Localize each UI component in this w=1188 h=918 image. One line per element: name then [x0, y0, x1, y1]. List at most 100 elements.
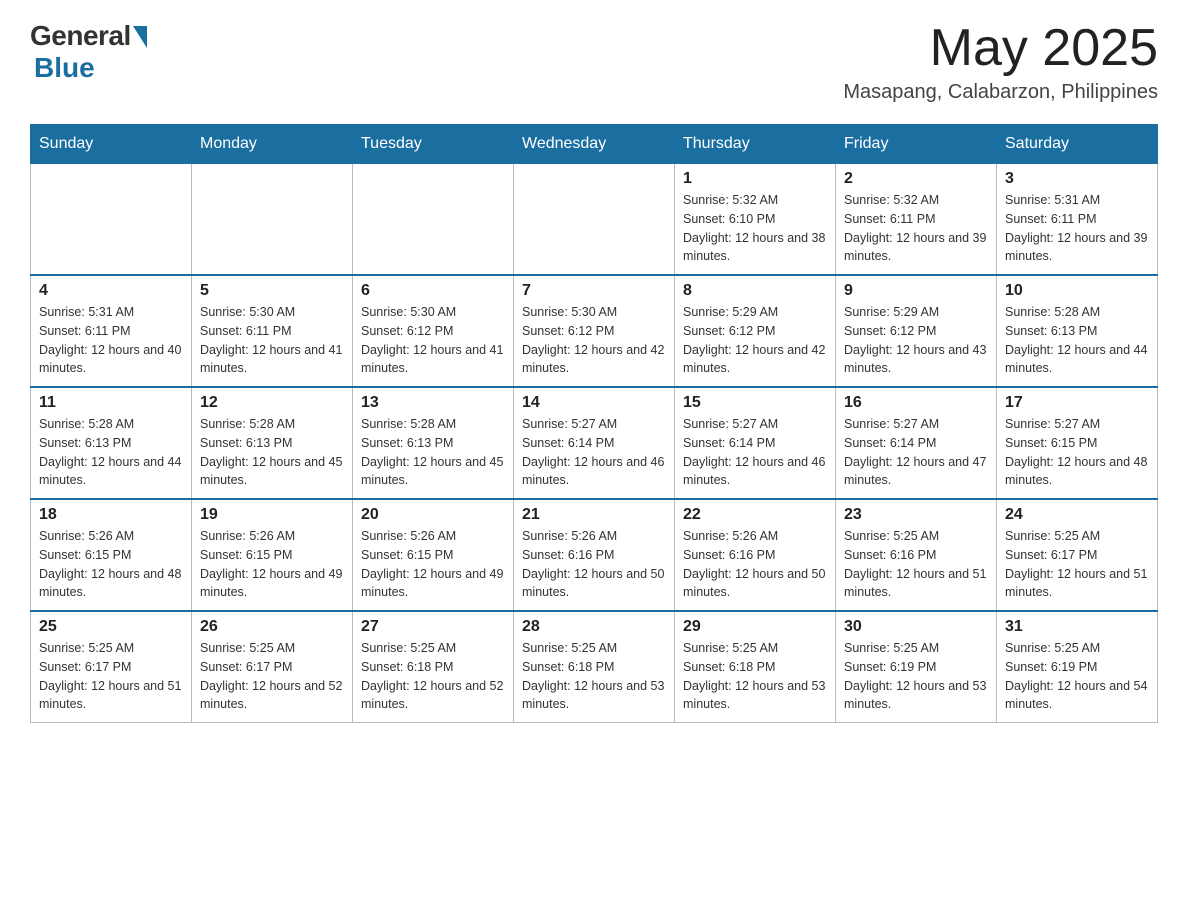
calendar-day-cell: 22 Sunrise: 5:26 AM Sunset: 6:16 PM Dayli… [675, 499, 836, 611]
day-sun-info: Sunrise: 5:25 AM Sunset: 6:18 PM Dayligh… [522, 639, 666, 714]
day-number: 9 [844, 282, 988, 300]
day-number: 1 [683, 170, 827, 188]
day-sun-info: Sunrise: 5:25 AM Sunset: 6:18 PM Dayligh… [361, 639, 505, 714]
calendar-day-cell [192, 164, 353, 276]
day-of-week-header: Thursday [675, 125, 836, 164]
day-sun-info: Sunrise: 5:25 AM Sunset: 6:19 PM Dayligh… [844, 639, 988, 714]
day-number: 22 [683, 506, 827, 524]
calendar-table: SundayMondayTuesdayWednesdayThursdayFrid… [30, 124, 1158, 723]
calendar-day-cell [353, 164, 514, 276]
calendar-day-cell: 29 Sunrise: 5:25 AM Sunset: 6:18 PM Dayli… [675, 611, 836, 723]
day-sun-info: Sunrise: 5:26 AM Sunset: 6:15 PM Dayligh… [361, 527, 505, 602]
calendar-header-row: SundayMondayTuesdayWednesdayThursdayFrid… [31, 125, 1158, 164]
logo-blue-text: Blue [34, 52, 95, 84]
location-subtitle: Masapang, Calabarzon, Philippines [843, 81, 1158, 104]
day-number: 11 [39, 394, 183, 412]
day-number: 16 [844, 394, 988, 412]
logo-general-text: General [30, 20, 131, 52]
day-sun-info: Sunrise: 5:25 AM Sunset: 6:17 PM Dayligh… [200, 639, 344, 714]
day-sun-info: Sunrise: 5:32 AM Sunset: 6:11 PM Dayligh… [844, 191, 988, 266]
day-sun-info: Sunrise: 5:28 AM Sunset: 6:13 PM Dayligh… [39, 415, 183, 490]
day-number: 28 [522, 618, 666, 636]
day-number: 27 [361, 618, 505, 636]
day-number: 25 [39, 618, 183, 636]
day-of-week-header: Sunday [31, 125, 192, 164]
day-number: 8 [683, 282, 827, 300]
day-number: 21 [522, 506, 666, 524]
day-number: 10 [1005, 282, 1149, 300]
day-sun-info: Sunrise: 5:26 AM Sunset: 6:16 PM Dayligh… [683, 527, 827, 602]
day-number: 12 [200, 394, 344, 412]
day-sun-info: Sunrise: 5:28 AM Sunset: 6:13 PM Dayligh… [361, 415, 505, 490]
calendar-day-cell: 30Sunrise: 5:25 AM Sunset: 6:19 PM Dayli… [836, 611, 997, 723]
calendar-day-cell: 15 Sunrise: 5:27 AM Sunset: 6:14 PM Dayli… [675, 387, 836, 499]
day-number: 19 [200, 506, 344, 524]
day-number: 2 [844, 170, 988, 188]
day-number: 20 [361, 506, 505, 524]
calendar-day-cell: 4 Sunrise: 5:31 AM Sunset: 6:11 PM Daylig… [31, 275, 192, 387]
day-number: 31 [1005, 618, 1149, 636]
day-number: 17 [1005, 394, 1149, 412]
day-number: 18 [39, 506, 183, 524]
calendar-day-cell: 13Sunrise: 5:28 AM Sunset: 6:13 PM Dayli… [353, 387, 514, 499]
day-sun-info: Sunrise: 5:29 AM Sunset: 6:12 PM Dayligh… [683, 303, 827, 378]
calendar-day-cell: 10 Sunrise: 5:28 AM Sunset: 6:13 PM Dayli… [997, 275, 1158, 387]
calendar-day-cell: 20 Sunrise: 5:26 AM Sunset: 6:15 PM Dayli… [353, 499, 514, 611]
calendar-week-row: 4 Sunrise: 5:31 AM Sunset: 6:11 PM Daylig… [31, 275, 1158, 387]
day-of-week-header: Saturday [997, 125, 1158, 164]
day-number: 15 [683, 394, 827, 412]
page-header: General Blue May 2025 Masapang, Calabarz… [30, 20, 1158, 104]
calendar-day-cell: 18 Sunrise: 5:26 AM Sunset: 6:15 PM Dayli… [31, 499, 192, 611]
calendar-week-row: 18 Sunrise: 5:26 AM Sunset: 6:15 PM Dayli… [31, 499, 1158, 611]
day-sun-info: Sunrise: 5:31 AM Sunset: 6:11 PM Dayligh… [39, 303, 183, 378]
calendar-day-cell: 2 Sunrise: 5:32 AM Sunset: 6:11 PM Daylig… [836, 164, 997, 276]
day-sun-info: Sunrise: 5:32 AM Sunset: 6:10 PM Dayligh… [683, 191, 827, 266]
title-area: May 2025 Masapang, Calabarzon, Philippin… [843, 20, 1158, 104]
calendar-day-cell: 3 Sunrise: 5:31 AM Sunset: 6:11 PM Daylig… [997, 164, 1158, 276]
day-sun-info: Sunrise: 5:25 AM Sunset: 6:18 PM Dayligh… [683, 639, 827, 714]
day-number: 7 [522, 282, 666, 300]
day-sun-info: Sunrise: 5:27 AM Sunset: 6:15 PM Dayligh… [1005, 415, 1149, 490]
day-of-week-header: Friday [836, 125, 997, 164]
calendar-day-cell: 7 Sunrise: 5:30 AM Sunset: 6:12 PM Daylig… [514, 275, 675, 387]
calendar-day-cell: 5Sunrise: 5:30 AM Sunset: 6:11 PM Daylig… [192, 275, 353, 387]
day-number: 23 [844, 506, 988, 524]
day-number: 24 [1005, 506, 1149, 524]
calendar-day-cell: 23Sunrise: 5:25 AM Sunset: 6:16 PM Dayli… [836, 499, 997, 611]
day-number: 5 [200, 282, 344, 300]
calendar-day-cell: 25 Sunrise: 5:25 AM Sunset: 6:17 PM Dayli… [31, 611, 192, 723]
day-of-week-header: Tuesday [353, 125, 514, 164]
day-sun-info: Sunrise: 5:27 AM Sunset: 6:14 PM Dayligh… [683, 415, 827, 490]
day-number: 6 [361, 282, 505, 300]
day-number: 26 [200, 618, 344, 636]
day-number: 29 [683, 618, 827, 636]
calendar-day-cell: 27 Sunrise: 5:25 AM Sunset: 6:18 PM Dayli… [353, 611, 514, 723]
day-number: 3 [1005, 170, 1149, 188]
calendar-week-row: 11 Sunrise: 5:28 AM Sunset: 6:13 PM Dayli… [31, 387, 1158, 499]
day-sun-info: Sunrise: 5:28 AM Sunset: 6:13 PM Dayligh… [1005, 303, 1149, 378]
calendar-day-cell: 21 Sunrise: 5:26 AM Sunset: 6:16 PM Dayli… [514, 499, 675, 611]
day-sun-info: Sunrise: 5:25 AM Sunset: 6:19 PM Dayligh… [1005, 639, 1149, 714]
day-sun-info: Sunrise: 5:28 AM Sunset: 6:13 PM Dayligh… [200, 415, 344, 490]
calendar-day-cell: 14Sunrise: 5:27 AM Sunset: 6:14 PM Dayli… [514, 387, 675, 499]
day-sun-info: Sunrise: 5:26 AM Sunset: 6:15 PM Dayligh… [200, 527, 344, 602]
calendar-day-cell: 24 Sunrise: 5:25 AM Sunset: 6:17 PM Dayli… [997, 499, 1158, 611]
calendar-day-cell: 26 Sunrise: 5:25 AM Sunset: 6:17 PM Dayli… [192, 611, 353, 723]
day-sun-info: Sunrise: 5:27 AM Sunset: 6:14 PM Dayligh… [522, 415, 666, 490]
logo-triangle-icon [133, 26, 147, 48]
day-sun-info: Sunrise: 5:25 AM Sunset: 6:17 PM Dayligh… [39, 639, 183, 714]
logo: General Blue [30, 20, 147, 84]
calendar-day-cell: 17 Sunrise: 5:27 AM Sunset: 6:15 PM Dayli… [997, 387, 1158, 499]
day-number: 4 [39, 282, 183, 300]
day-sun-info: Sunrise: 5:26 AM Sunset: 6:16 PM Dayligh… [522, 527, 666, 602]
day-sun-info: Sunrise: 5:25 AM Sunset: 6:17 PM Dayligh… [1005, 527, 1149, 602]
day-of-week-header: Wednesday [514, 125, 675, 164]
day-sun-info: Sunrise: 5:26 AM Sunset: 6:15 PM Dayligh… [39, 527, 183, 602]
calendar-day-cell: 19 Sunrise: 5:26 AM Sunset: 6:15 PM Dayli… [192, 499, 353, 611]
calendar-day-cell: 9Sunrise: 5:29 AM Sunset: 6:12 PM Daylig… [836, 275, 997, 387]
day-sun-info: Sunrise: 5:30 AM Sunset: 6:12 PM Dayligh… [522, 303, 666, 378]
calendar-day-cell: 8 Sunrise: 5:29 AM Sunset: 6:12 PM Daylig… [675, 275, 836, 387]
day-of-week-header: Monday [192, 125, 353, 164]
day-sun-info: Sunrise: 5:31 AM Sunset: 6:11 PM Dayligh… [1005, 191, 1149, 266]
calendar-day-cell: 16Sunrise: 5:27 AM Sunset: 6:14 PM Dayli… [836, 387, 997, 499]
